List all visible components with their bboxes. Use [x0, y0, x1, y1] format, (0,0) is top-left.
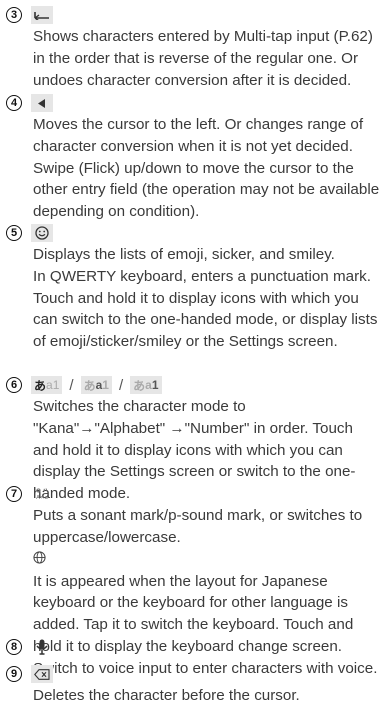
dakuten-icon: A⇔a	[31, 485, 53, 503]
microphone-icon	[31, 638, 53, 656]
item-7: 7 A⇔a Puts a sonant mark/p-sound mark, o…	[6, 483, 381, 658]
alphabet-mode-key: あa1	[80, 376, 112, 394]
item-description: Shows characters entered by Multi-tap in…	[33, 28, 373, 89]
left-triangle-icon	[31, 94, 53, 112]
delete-icon	[31, 665, 53, 683]
item-number: 3	[6, 7, 22, 23]
back-arrow-icon	[31, 6, 53, 24]
item-9: 9 Deletes the character before the curso…	[6, 663, 381, 707]
item-number: 7	[6, 486, 22, 502]
item-description: Displays the lists of emoji, sicker, and…	[33, 246, 378, 351]
globe-icon	[33, 551, 46, 569]
globe-icon-row	[33, 549, 381, 571]
item-number: 9	[6, 666, 22, 682]
kana-mode-key: あa1	[31, 376, 63, 394]
item-description: Deletes the character before the cursor.	[33, 687, 300, 704]
item-number: 6	[6, 377, 22, 393]
separator: /	[118, 376, 124, 394]
number-mode-key: あa1	[130, 376, 162, 394]
svg-text:A⇔a: A⇔a	[36, 495, 48, 501]
item-description: Moves the cursor to the left. Or changes…	[33, 116, 380, 221]
item-3: 3 Shows characters entered by Multi-tap …	[6, 4, 381, 91]
smiley-icon	[31, 224, 53, 242]
item-5: 5 Displays the lists of emoji, sicker, a…	[6, 222, 381, 353]
manual-page: 3 Shows characters entered by Multi-tap …	[0, 0, 385, 706]
separator: /	[69, 376, 74, 394]
item-description: Puts a sonant mark/p-sound mark, or swit…	[33, 507, 363, 546]
item-number: 8	[6, 639, 22, 655]
item-4: 4 Moves the cursor to the left. Or chang…	[6, 92, 381, 223]
item-number: 4	[6, 95, 22, 111]
item-number: 5	[6, 225, 22, 241]
